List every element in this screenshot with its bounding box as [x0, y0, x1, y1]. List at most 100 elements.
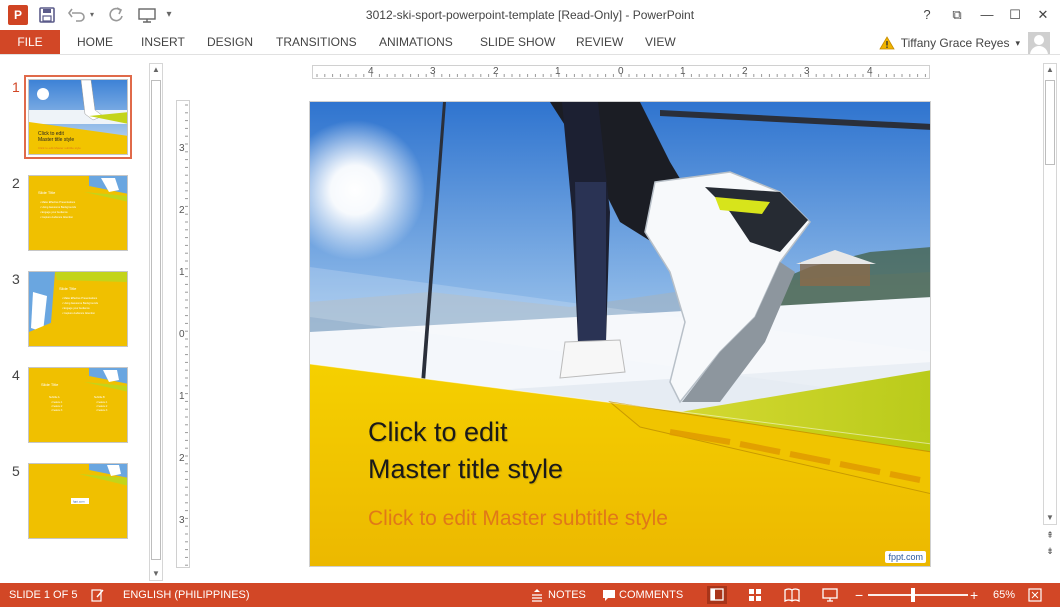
normal-view-icon	[710, 588, 724, 601]
tab-transitions[interactable]: TRANSITIONS	[276, 30, 357, 54]
thumbnail-row[interactable]: 2 Slide Title • Make Effective Presentat…	[0, 175, 148, 257]
normal-view-button[interactable]	[707, 586, 727, 604]
slide-sorter-icon	[749, 589, 761, 601]
close-button[interactable]: ✕	[1028, 4, 1058, 26]
ruler-label: 3	[179, 143, 185, 154]
slide-scroll-thumb[interactable]	[1045, 80, 1055, 165]
thumbnail-row[interactable]: 4 Slide Title Subtitle A Subtitle B • Fe…	[0, 367, 148, 449]
ruler-label: 0	[179, 329, 185, 340]
maximize-button[interactable]: ☐	[1000, 4, 1030, 26]
thumbnail-number: 5	[12, 463, 20, 479]
save-icon[interactable]	[39, 6, 55, 24]
svg-text:Slide Title: Slide Title	[59, 286, 77, 291]
thumbnails-scrollbar[interactable]: ▲ ▼	[149, 63, 163, 581]
tab-review[interactable]: REVIEW	[576, 30, 623, 54]
svg-text:Slide Title: Slide Title	[41, 382, 59, 387]
ruler-label: 0	[618, 66, 624, 77]
slide-thumbnail[interactable]: Slide Title Subtitle A Subtitle B • Feat…	[28, 367, 128, 443]
user-name[interactable]: Tiffany Grace Reyes	[901, 36, 1010, 50]
svg-text:fppt.com: fppt.com	[73, 500, 85, 504]
comments-icon[interactable]	[602, 588, 616, 602]
thumbnail-row[interactable]: 5 fppt.com	[0, 463, 148, 545]
zoom-slider-thumb[interactable]	[911, 588, 915, 602]
next-slide-icon[interactable]: ⇟	[1043, 545, 1057, 558]
account-area[interactable]: Tiffany Grace Reyes ▾	[879, 30, 1050, 56]
svg-text:• Feature 3: • Feature 3	[96, 409, 108, 412]
previous-slide-icon[interactable]: ⇞	[1043, 529, 1057, 542]
ribbon-tabs: FILE HOME INSERT DESIGN TRANSITIONS ANIM…	[0, 30, 1060, 54]
svg-text:• Capture Audience Attention: • Capture Audience Attention	[62, 311, 96, 315]
notes-button[interactable]: NOTES	[548, 583, 586, 607]
scroll-up-arrow-icon[interactable]: ▲	[1044, 64, 1056, 76]
present-icon[interactable]	[137, 6, 157, 24]
customize-qat-icon[interactable]: ▾	[163, 6, 175, 24]
slide-title-placeholder[interactable]: Click to edit Master title style	[368, 414, 563, 488]
comments-button[interactable]: COMMENTS	[619, 583, 683, 607]
thumbnails-scroll-thumb[interactable]	[151, 80, 161, 560]
reading-view-button[interactable]	[782, 586, 802, 604]
scroll-down-arrow-icon[interactable]: ▼	[150, 568, 162, 580]
slide-thumbnails-pane: 1 Click to edit Master title style Click…	[0, 55, 148, 584]
tab-insert[interactable]: INSERT	[141, 30, 185, 54]
avatar[interactable]	[1028, 32, 1050, 54]
svg-text:• Feature 1: • Feature 1	[96, 401, 108, 404]
help-button[interactable]: ?	[912, 4, 942, 26]
editor-area: 1 Click to edit Master title style Click…	[0, 54, 1060, 583]
thumbnail-row[interactable]: 1 Click to edit Master title style Click…	[0, 75, 148, 161]
ruler-label: 4	[867, 66, 873, 77]
spelling-check-icon[interactable]	[91, 588, 105, 602]
scroll-down-arrow-icon[interactable]: ▼	[1044, 512, 1056, 524]
warning-icon	[879, 36, 895, 50]
vertical-ruler[interactable]: 3 2 1 0 1 2 3	[176, 100, 190, 568]
tab-file[interactable]: FILE	[0, 30, 60, 54]
ribbon-display-options-button[interactable]: ⧉	[942, 4, 972, 26]
ruler-label: 1	[555, 66, 561, 77]
svg-text:Master title style: Master title style	[38, 137, 74, 143]
scroll-up-arrow-icon[interactable]: ▲	[150, 64, 162, 76]
svg-text:• Using Awesome Backgrounds: • Using Awesome Backgrounds	[40, 205, 77, 209]
thumbnail-number: 3	[12, 271, 20, 287]
svg-text:Click to edit Master subtitle: Click to edit Master subtitle style	[38, 146, 81, 150]
ruler-label: 2	[179, 205, 185, 216]
fit-slide-to-window-icon[interactable]	[1028, 588, 1042, 602]
slide-scrollbar[interactable]: ▲ ▼	[1043, 63, 1057, 525]
svg-text:• Feature 2: • Feature 2	[51, 405, 63, 408]
undo-dropdown-icon[interactable]: ▾	[88, 6, 96, 24]
account-dropdown-icon[interactable]: ▾	[1015, 38, 1020, 49]
zoom-level[interactable]: 65%	[993, 583, 1015, 607]
tab-slide-show[interactable]: SLIDE SHOW	[480, 30, 555, 54]
zoom-slider[interactable]	[868, 594, 968, 596]
ruler-label: 1	[680, 66, 686, 77]
slide-show-icon	[822, 588, 838, 602]
undo-icon[interactable]	[68, 6, 86, 24]
slide-canvas[interactable]: Click to edit Master title style Click t…	[309, 101, 931, 567]
slide-watermark: fppt.com	[885, 551, 926, 563]
minimize-button[interactable]: —	[972, 4, 1002, 26]
svg-text:• Make Effective Presentations: • Make Effective Presentations	[40, 200, 76, 204]
ruler-label: 2	[742, 66, 748, 77]
ruler-label: 1	[179, 391, 185, 402]
redo-icon[interactable]	[108, 6, 124, 24]
horizontal-ruler[interactable]: 4 3 2 1 0 1 2 3 4	[312, 65, 930, 79]
slide-thumbnail[interactable]: Click to edit Master title style Click t…	[24, 75, 132, 159]
zoom-in-button[interactable]: +	[970, 583, 978, 607]
notes-icon[interactable]	[531, 588, 543, 602]
slide-thumbnail[interactable]: Slide Title • Make Effective Presentatio…	[28, 271, 128, 347]
ruler-label: 2	[493, 66, 499, 77]
tab-home[interactable]: HOME	[77, 30, 113, 54]
svg-text:• Make Effective Presentations: • Make Effective Presentations	[62, 296, 98, 300]
slide-thumbnail[interactable]: fppt.com	[28, 463, 128, 539]
slide-sorter-view-button[interactable]	[745, 586, 765, 604]
zoom-out-button[interactable]: −	[855, 583, 863, 607]
language-indicator[interactable]: ENGLISH (PHILIPPINES)	[123, 583, 250, 607]
thumbnail-number: 4	[12, 367, 20, 383]
tab-animations[interactable]: ANIMATIONS	[379, 30, 453, 54]
tab-design[interactable]: DESIGN	[207, 30, 253, 54]
tab-view[interactable]: VIEW	[645, 30, 676, 54]
slide-subtitle-placeholder[interactable]: Click to edit Master subtitle style	[368, 507, 668, 531]
slide-thumbnail[interactable]: Slide Title • Make Effective Presentatio…	[28, 175, 128, 251]
slide-show-button[interactable]	[820, 586, 840, 604]
document-title: 3012-ski-sport-powerpoint-template [Read…	[365, 8, 695, 22]
slide-counter[interactable]: SLIDE 1 OF 5	[9, 583, 77, 607]
thumbnail-row[interactable]: 3 Slide Title • Make Effective Presentat…	[0, 271, 148, 353]
